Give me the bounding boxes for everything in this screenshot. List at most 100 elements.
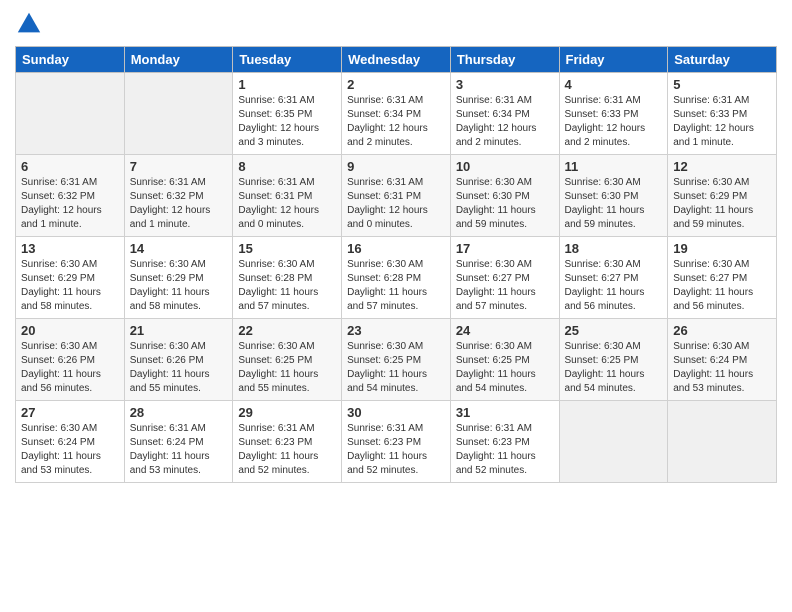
calendar-week-row: 13 Sunrise: 6:30 AM Sunset: 6:29 PM Dayli… (16, 237, 777, 319)
day-info: Sunrise: 6:31 AM Sunset: 6:24 PM Dayligh… (130, 422, 228, 478)
calendar-cell: 28 Sunrise: 6:31 AM Sunset: 6:24 PM Dayli… (124, 401, 233, 483)
day-number: 3 (456, 77, 554, 92)
day-number: 4 (565, 77, 663, 92)
day-number: 15 (238, 241, 336, 256)
day-number: 13 (21, 241, 119, 256)
day-number: 20 (21, 323, 119, 338)
calendar-cell: 5 Sunrise: 6:31 AM Sunset: 6:33 PM Daylig… (668, 73, 777, 155)
calendar-cell (16, 73, 125, 155)
day-info: Sunrise: 6:30 AM Sunset: 6:26 PM Dayligh… (130, 340, 228, 396)
calendar-cell: 9 Sunrise: 6:31 AM Sunset: 6:31 PM Daylig… (342, 155, 451, 237)
day-info: Sunrise: 6:30 AM Sunset: 6:27 PM Dayligh… (456, 258, 554, 314)
weekday-header-wednesday: Wednesday (342, 47, 451, 73)
weekday-header-monday: Monday (124, 47, 233, 73)
day-number: 2 (347, 77, 445, 92)
weekday-header-saturday: Saturday (668, 47, 777, 73)
day-info: Sunrise: 6:30 AM Sunset: 6:24 PM Dayligh… (21, 422, 119, 478)
day-info: Sunrise: 6:31 AM Sunset: 6:31 PM Dayligh… (347, 176, 445, 232)
day-info: Sunrise: 6:30 AM Sunset: 6:25 PM Dayligh… (565, 340, 663, 396)
day-number: 5 (673, 77, 771, 92)
calendar-cell: 21 Sunrise: 6:30 AM Sunset: 6:26 PM Dayli… (124, 319, 233, 401)
day-info: Sunrise: 6:30 AM Sunset: 6:29 PM Dayligh… (130, 258, 228, 314)
day-number: 17 (456, 241, 554, 256)
calendar-cell: 10Sunrise: 6:30 AM Sunset: 6:30 PM Dayli… (450, 155, 559, 237)
day-info: Sunrise: 6:30 AM Sunset: 6:27 PM Dayligh… (673, 258, 771, 314)
day-number: 26 (673, 323, 771, 338)
logo (15, 10, 47, 38)
day-info: Sunrise: 6:31 AM Sunset: 6:33 PM Dayligh… (673, 94, 771, 150)
day-number: 28 (130, 405, 228, 420)
calendar-cell: 16Sunrise: 6:30 AM Sunset: 6:28 PM Dayli… (342, 237, 451, 319)
day-number: 24 (456, 323, 554, 338)
day-info: Sunrise: 6:30 AM Sunset: 6:29 PM Dayligh… (673, 176, 771, 232)
calendar-cell: 31 Sunrise: 6:31 AM Sunset: 6:23 PM Dayli… (450, 401, 559, 483)
day-number: 30 (347, 405, 445, 420)
calendar-week-row: 20 Sunrise: 6:30 AM Sunset: 6:26 PM Dayli… (16, 319, 777, 401)
weekday-header-sunday: Sunday (16, 47, 125, 73)
day-info: Sunrise: 6:31 AM Sunset: 6:34 PM Dayligh… (347, 94, 445, 150)
day-number: 31 (456, 405, 554, 420)
day-number: 22 (238, 323, 336, 338)
weekday-header-friday: Friday (559, 47, 668, 73)
day-info: Sunrise: 6:31 AM Sunset: 6:32 PM Dayligh… (130, 176, 228, 232)
weekday-header-row: SundayMondayTuesdayWednesdayThursdayFrid… (16, 47, 777, 73)
day-info: Sunrise: 6:30 AM Sunset: 6:27 PM Dayligh… (565, 258, 663, 314)
calendar-cell (124, 73, 233, 155)
day-info: Sunrise: 6:30 AM Sunset: 6:25 PM Dayligh… (347, 340, 445, 396)
day-number: 23 (347, 323, 445, 338)
day-info: Sunrise: 6:31 AM Sunset: 6:32 PM Dayligh… (21, 176, 119, 232)
day-number: 7 (130, 159, 228, 174)
weekday-header-tuesday: Tuesday (233, 47, 342, 73)
day-info: Sunrise: 6:30 AM Sunset: 6:25 PM Dayligh… (456, 340, 554, 396)
calendar-cell: 3 Sunrise: 6:31 AM Sunset: 6:34 PM Daylig… (450, 73, 559, 155)
calendar-cell: 14 Sunrise: 6:30 AM Sunset: 6:29 PM Dayli… (124, 237, 233, 319)
calendar-cell (668, 401, 777, 483)
calendar-cell: 18Sunrise: 6:30 AM Sunset: 6:27 PM Dayli… (559, 237, 668, 319)
day-info: Sunrise: 6:31 AM Sunset: 6:33 PM Dayligh… (565, 94, 663, 150)
day-info: Sunrise: 6:31 AM Sunset: 6:31 PM Dayligh… (238, 176, 336, 232)
day-number: 25 (565, 323, 663, 338)
day-info: Sunrise: 6:30 AM Sunset: 6:28 PM Dayligh… (347, 258, 445, 314)
day-number: 21 (130, 323, 228, 338)
calendar-cell: 26 Sunrise: 6:30 AM Sunset: 6:24 PM Dayli… (668, 319, 777, 401)
calendar-cell: 8Sunrise: 6:31 AM Sunset: 6:31 PM Daylig… (233, 155, 342, 237)
day-info: Sunrise: 6:30 AM Sunset: 6:28 PM Dayligh… (238, 258, 336, 314)
day-info: Sunrise: 6:31 AM Sunset: 6:23 PM Dayligh… (456, 422, 554, 478)
logo-icon (15, 10, 43, 38)
calendar-cell: 22 Sunrise: 6:30 AM Sunset: 6:25 PM Dayli… (233, 319, 342, 401)
day-number: 27 (21, 405, 119, 420)
calendar-cell: 15 Sunrise: 6:30 AM Sunset: 6:28 PM Dayli… (233, 237, 342, 319)
header (15, 10, 777, 38)
calendar-cell: 23 Sunrise: 6:30 AM Sunset: 6:25 PM Dayli… (342, 319, 451, 401)
day-info: Sunrise: 6:31 AM Sunset: 6:23 PM Dayligh… (238, 422, 336, 478)
calendar-cell: 25 Sunrise: 6:30 AM Sunset: 6:25 PM Dayli… (559, 319, 668, 401)
calendar-table: SundayMondayTuesdayWednesdayThursdayFrid… (15, 46, 777, 483)
calendar-cell: 13 Sunrise: 6:30 AM Sunset: 6:29 PM Dayli… (16, 237, 125, 319)
calendar-cell: 27 Sunrise: 6:30 AM Sunset: 6:24 PM Dayli… (16, 401, 125, 483)
day-info: Sunrise: 6:30 AM Sunset: 6:24 PM Dayligh… (673, 340, 771, 396)
day-info: Sunrise: 6:31 AM Sunset: 6:23 PM Dayligh… (347, 422, 445, 478)
calendar-cell: 4 Sunrise: 6:31 AM Sunset: 6:33 PM Daylig… (559, 73, 668, 155)
calendar-cell: 6 Sunrise: 6:31 AM Sunset: 6:32 PM Daylig… (16, 155, 125, 237)
calendar-cell (559, 401, 668, 483)
calendar-cell: 19 Sunrise: 6:30 AM Sunset: 6:27 PM Dayli… (668, 237, 777, 319)
day-number: 9 (347, 159, 445, 174)
calendar-week-row: 6 Sunrise: 6:31 AM Sunset: 6:32 PM Daylig… (16, 155, 777, 237)
day-info: Sunrise: 6:31 AM Sunset: 6:34 PM Dayligh… (456, 94, 554, 150)
day-info: Sunrise: 6:30 AM Sunset: 6:29 PM Dayligh… (21, 258, 119, 314)
page: SundayMondayTuesdayWednesdayThursdayFrid… (0, 0, 792, 612)
day-info: Sunrise: 6:30 AM Sunset: 6:26 PM Dayligh… (21, 340, 119, 396)
day-number: 12 (673, 159, 771, 174)
calendar-cell: 12 Sunrise: 6:30 AM Sunset: 6:29 PM Dayli… (668, 155, 777, 237)
calendar-cell: 30 Sunrise: 6:31 AM Sunset: 6:23 PM Dayli… (342, 401, 451, 483)
day-number: 6 (21, 159, 119, 174)
calendar-cell: 11Sunrise: 6:30 AM Sunset: 6:30 PM Dayli… (559, 155, 668, 237)
calendar-week-row: 1Sunrise: 6:31 AM Sunset: 6:35 PM Daylig… (16, 73, 777, 155)
day-number: 19 (673, 241, 771, 256)
day-number: 14 (130, 241, 228, 256)
calendar-cell: 17 Sunrise: 6:30 AM Sunset: 6:27 PM Dayli… (450, 237, 559, 319)
calendar-cell: 2 Sunrise: 6:31 AM Sunset: 6:34 PM Daylig… (342, 73, 451, 155)
day-info: Sunrise: 6:30 AM Sunset: 6:30 PM Dayligh… (456, 176, 554, 232)
day-info: Sunrise: 6:31 AM Sunset: 6:35 PM Dayligh… (238, 94, 336, 150)
day-info: Sunrise: 6:30 AM Sunset: 6:25 PM Dayligh… (238, 340, 336, 396)
